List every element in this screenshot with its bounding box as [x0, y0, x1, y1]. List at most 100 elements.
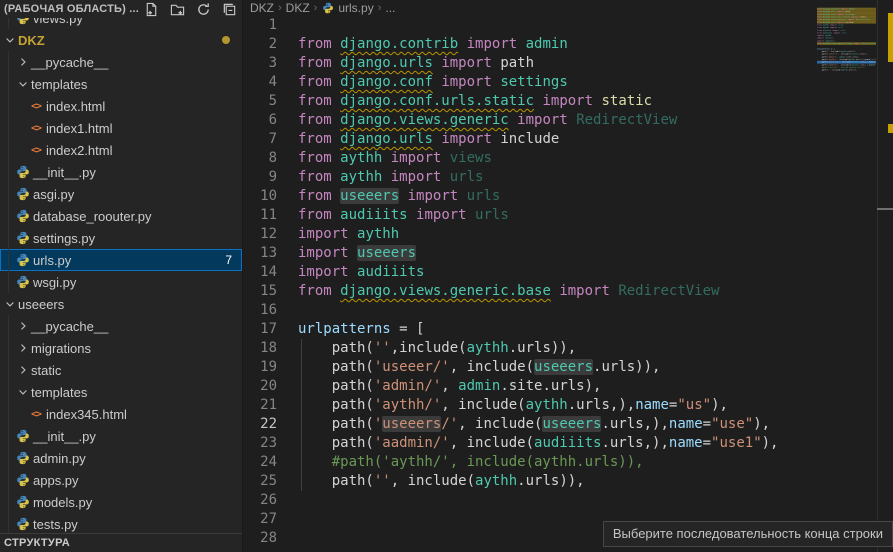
code-line-20[interactable]: path('admin/', admin.site.urls),	[298, 377, 893, 396]
code-line-24[interactable]: #path('aythh/', include(aythh.urls)),	[298, 453, 893, 472]
tree-item-apps-py[interactable]: apps.py	[0, 469, 242, 491]
code-line-3[interactable]: from django.urls import path	[298, 54, 893, 73]
tree-item-urls-py[interactable]: urls.py7	[0, 249, 242, 271]
tree-item-label: settings.py	[33, 231, 95, 246]
line-number: 3	[243, 54, 277, 73]
workspace-title: (РАБОЧАЯ ОБЛАСТЬ) ...	[4, 3, 139, 15]
tree-item-index-html[interactable]: <>index.html	[0, 95, 242, 117]
tree-item-label: wsgi.py	[33, 275, 76, 290]
tree-item-pycache[interactable]: __pycache__	[0, 315, 242, 337]
tree-item-asgi-py[interactable]: asgi.py	[0, 183, 242, 205]
tree-item-init-py[interactable]: __init__.py	[0, 425, 242, 447]
tree-item-pycache[interactable]: __pycache__	[0, 51, 242, 73]
overview-ruler[interactable]	[877, 0, 893, 552]
python-file-icon	[15, 165, 31, 179]
python-file-icon	[15, 517, 31, 531]
outline-label: СТРУКТУРА	[4, 537, 70, 549]
code-line-13[interactable]: import useeers	[298, 244, 893, 263]
code-line-23[interactable]: path('aadmin/', include(audiiits.urls,),…	[298, 434, 893, 453]
breadcrumb-separator: ›	[378, 2, 382, 14]
code-line-14[interactable]: import audiiits	[298, 263, 893, 282]
tree-item-label: urls.py	[33, 253, 71, 268]
code-line-26[interactable]	[298, 491, 893, 510]
tree-item-label: asgi.py	[33, 187, 74, 202]
tree-item-settings-py[interactable]: settings.py	[0, 227, 242, 249]
code-line-16[interactable]	[298, 301, 893, 320]
tree-item-templates[interactable]: templates	[0, 381, 242, 403]
tree-item-database-roouter-py[interactable]: database_roouter.py	[0, 205, 242, 227]
line-number-gutter: 1234567891011121314151617181920212223242…	[243, 16, 277, 552]
python-file-icon	[15, 253, 31, 267]
tree-item-index345-html[interactable]: <>index345.html	[0, 403, 242, 425]
chevron-right-icon	[15, 342, 31, 354]
line-number: 13	[243, 244, 277, 263]
tree-item-index2-html[interactable]: <>index2.html	[0, 139, 242, 161]
eol-tooltip-text: Выберите последовательность конца строки	[613, 526, 883, 541]
line-number: 24	[243, 453, 277, 472]
tree-item-label: templates	[31, 385, 87, 400]
tree-item-models-py[interactable]: models.py	[0, 491, 242, 513]
tree-item-migrations[interactable]: migrations	[0, 337, 242, 359]
eol-tooltip: Выберите последовательность конца строки	[603, 521, 893, 547]
tree-item-init-py[interactable]: __init__.py	[0, 161, 242, 183]
tree-item-admin-py[interactable]: admin.py	[0, 447, 242, 469]
line-number: 10	[243, 187, 277, 206]
code-line-9[interactable]: from aythh import urls	[298, 168, 893, 187]
code-line-22[interactable]: path('useeers/', include(useeers.urls,),…	[298, 415, 893, 434]
python-file-icon	[15, 275, 31, 289]
code-line-25[interactable]: path('', include(aythh.urls)),	[298, 472, 893, 491]
line-number: 15	[243, 282, 277, 301]
code-line-19[interactable]: path('useeer/', include(useeers.urls)),	[298, 358, 893, 377]
tree-item-label: useeers	[18, 297, 64, 312]
new-file-icon[interactable]	[143, 1, 159, 17]
code-line-28[interactable]	[817, 77, 876, 80]
code-content[interactable]: from django.contrib import adminfrom dja…	[298, 16, 893, 552]
code-line-11[interactable]: from audiiits import urls	[298, 206, 893, 225]
line-number: 12	[243, 225, 277, 244]
explorer-toolbar	[143, 1, 237, 17]
tree-item-dkz[interactable]: DKZ	[0, 29, 242, 51]
tree-item-wsgi-py[interactable]: wsgi.py	[0, 271, 242, 293]
code-line-6[interactable]: from django.views.generic import Redirec…	[298, 111, 893, 130]
new-folder-icon[interactable]	[169, 1, 185, 17]
line-number: 23	[243, 434, 277, 453]
breadcrumb-item-dkz[interactable]: DKZ	[250, 1, 274, 15]
tree-item-index1-html[interactable]: <>index1.html	[0, 117, 242, 139]
breadcrumb-separator: ›	[278, 2, 282, 14]
refresh-icon[interactable]	[195, 1, 211, 17]
minimap[interactable]: from django.contrib import adminfrom dja…	[817, 5, 876, 125]
html-file-icon: <>	[28, 145, 44, 156]
tree-item-label: index.html	[46, 99, 105, 114]
chevron-right-icon	[15, 320, 31, 332]
explorer-section-header[interactable]: (РАБОЧАЯ ОБЛАСТЬ) ...	[0, 0, 242, 18]
html-file-icon: <>	[28, 409, 44, 420]
tree-item-tests-py[interactable]: tests.py	[0, 513, 242, 535]
collapse-all-icon[interactable]	[221, 1, 237, 17]
code-line-4[interactable]: from django.conf import settings	[298, 73, 893, 92]
line-number: 28	[243, 529, 277, 548]
code-line-5[interactable]: from django.conf.urls.static import stat…	[298, 92, 893, 111]
code-line-21[interactable]: path('aythh/', include(aythh.urls,),name…	[298, 396, 893, 415]
tree-item-useeers[interactable]: useeers	[0, 293, 242, 315]
tree-item-label: tests.py	[33, 517, 78, 532]
breadcrumb-item-dkz[interactable]: DKZ	[286, 1, 310, 15]
outline-section-header[interactable]: СТРУКТУРА	[0, 533, 242, 552]
code-area[interactable]: 1234567891011121314151617181920212223242…	[243, 16, 893, 552]
python-file-icon	[15, 429, 31, 443]
code-line-12[interactable]: import aythh	[298, 225, 893, 244]
tree-item-label: static	[31, 363, 61, 378]
code-line-10[interactable]: from useeers import urls	[298, 187, 893, 206]
tree-item-templates[interactable]: templates	[0, 73, 242, 95]
code-line-1[interactable]	[298, 16, 893, 35]
tree-item-label: migrations	[31, 341, 91, 356]
line-number: 16	[243, 301, 277, 320]
breadcrumb-item-urls-py[interactable]: urls.py	[321, 1, 373, 15]
code-line-17[interactable]: urlpatterns = [	[298, 320, 893, 339]
tree-item-static[interactable]: static	[0, 359, 242, 381]
code-line-2[interactable]: from django.contrib import admin	[298, 35, 893, 54]
code-line-18[interactable]: path('',include(aythh.urls)),	[298, 339, 893, 358]
code-line-7[interactable]: from django.urls import include	[298, 130, 893, 149]
code-line-15[interactable]: from django.views.generic.base import Re…	[298, 282, 893, 301]
code-line-8[interactable]: from aythh import views	[298, 149, 893, 168]
breadcrumb-item--[interactable]: ...	[385, 1, 395, 15]
